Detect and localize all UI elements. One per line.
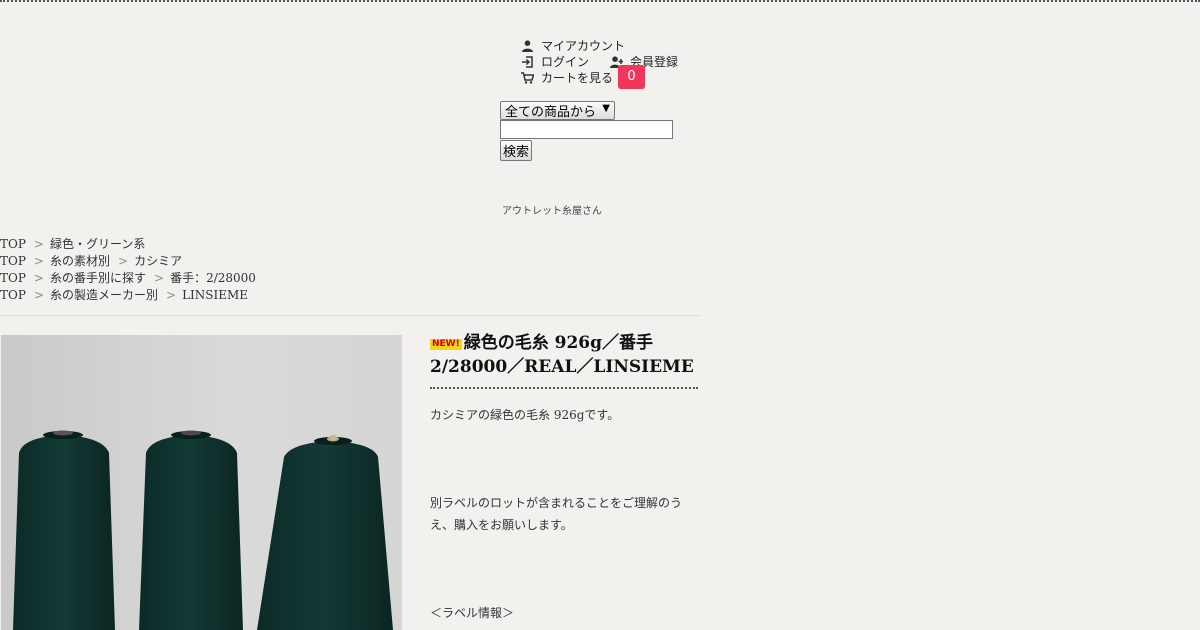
login-label: ログイン xyxy=(541,55,590,69)
cart-link[interactable]: カートを見る xyxy=(521,70,678,86)
search-button[interactable]: 検索 xyxy=(500,140,533,161)
breadcrumb: TOP > 糸の番手別に探す > 番手：2/28000 xyxy=(0,270,256,287)
breadcrumb: TOP > 糸の製造メーカー別 > LINSIEME xyxy=(0,287,256,304)
cart-icon xyxy=(521,72,534,84)
breadcrumb-separator: > xyxy=(33,288,44,302)
category-select-value: 全ての商品から xyxy=(505,105,597,120)
cart-label: カートを見る xyxy=(541,71,614,85)
breadcrumb-link[interactable]: TOP xyxy=(0,271,26,285)
my-account-link[interactable]: マイアカウント xyxy=(521,38,678,54)
product-title-text: 緑色の毛糸 926g／番手2/28000／REAL／LINSIEME xyxy=(430,333,694,377)
breadcrumb-separator: > xyxy=(33,254,44,268)
breadcrumb-link[interactable]: LINSIEME xyxy=(182,288,248,302)
breadcrumb-link[interactable]: TOP xyxy=(0,237,26,251)
category-select[interactable]: 全ての商品から ▼ xyxy=(500,101,615,120)
breadcrumb: TOP > 糸の素材別 > カシミア xyxy=(0,253,256,270)
new-badge: NEW! xyxy=(430,339,462,350)
site-logo[interactable]: アウトレット糸屋さん xyxy=(500,202,602,217)
my-account-label: マイアカウント xyxy=(541,39,626,53)
breadcrumb-link[interactable]: 番手：2/28000 xyxy=(170,271,256,285)
breadcrumb-separator: > xyxy=(33,237,44,251)
product-lot-notice: 別ラベルのロットが含まれることをご理解のうえ、購入をお願いします。 xyxy=(430,496,683,532)
breadcrumb-link[interactable]: カシミア xyxy=(134,254,182,268)
login-link[interactable]: ログイン xyxy=(521,54,589,70)
breadcrumb-separator: > xyxy=(166,288,177,302)
breadcrumb-link[interactable]: TOP xyxy=(0,254,26,268)
title-dotted-rule xyxy=(430,387,698,389)
user-icon xyxy=(522,40,533,52)
logo-text: アウトレット糸屋さん xyxy=(502,206,602,217)
breadcrumb-link[interactable]: 糸の番手別に探す xyxy=(50,271,146,285)
account-menu: マイアカウント ログイン 会員登録 カートを見る 0 xyxy=(521,38,678,89)
breadcrumb-separator: > xyxy=(154,271,165,285)
search-input[interactable] xyxy=(500,120,673,139)
content-divider xyxy=(0,315,700,316)
product-title: NEW! 緑色の毛糸 926g／番手2/28000／REAL／LINSIEME xyxy=(430,331,700,379)
yarn-cones-illustration xyxy=(13,430,393,630)
breadcrumb-link[interactable]: 糸の製造メーカー別 xyxy=(50,288,158,302)
breadcrumb-separator: > xyxy=(33,271,44,285)
product-image[interactable] xyxy=(1,335,402,630)
breadcrumb: TOP > 緑色・グリーン系 xyxy=(0,236,256,253)
breadcrumb-separator: > xyxy=(118,254,129,268)
breadcrumb-link[interactable]: 糸の素材別 xyxy=(50,254,110,268)
login-icon xyxy=(522,56,533,68)
dropdown-arrow-icon: ▼ xyxy=(602,103,610,114)
search-form: 全ての商品から ▼ 検索 xyxy=(500,101,673,161)
breadcrumb-list: TOP > 緑色・グリーン系 TOP > 糸の素材別 > カシミア TOP > 糸の番手別に探す… xyxy=(0,236,256,304)
breadcrumb-link[interactable]: TOP xyxy=(0,288,26,302)
cart-count-badge[interactable]: 0 xyxy=(618,65,645,89)
top-dotted-rule xyxy=(0,0,1200,3)
product-title-block: NEW! 緑色の毛糸 926g／番手2/28000／REAL／LINSIEME xyxy=(430,331,700,379)
label-info-heading: ＜ラベル情報＞ xyxy=(430,606,515,620)
product-description: カシミアの緑色の毛糸 926gです。 xyxy=(430,408,620,422)
login-register-row: ログイン 会員登録 xyxy=(521,54,678,70)
breadcrumb-link[interactable]: 緑色・グリーン系 xyxy=(50,237,145,251)
